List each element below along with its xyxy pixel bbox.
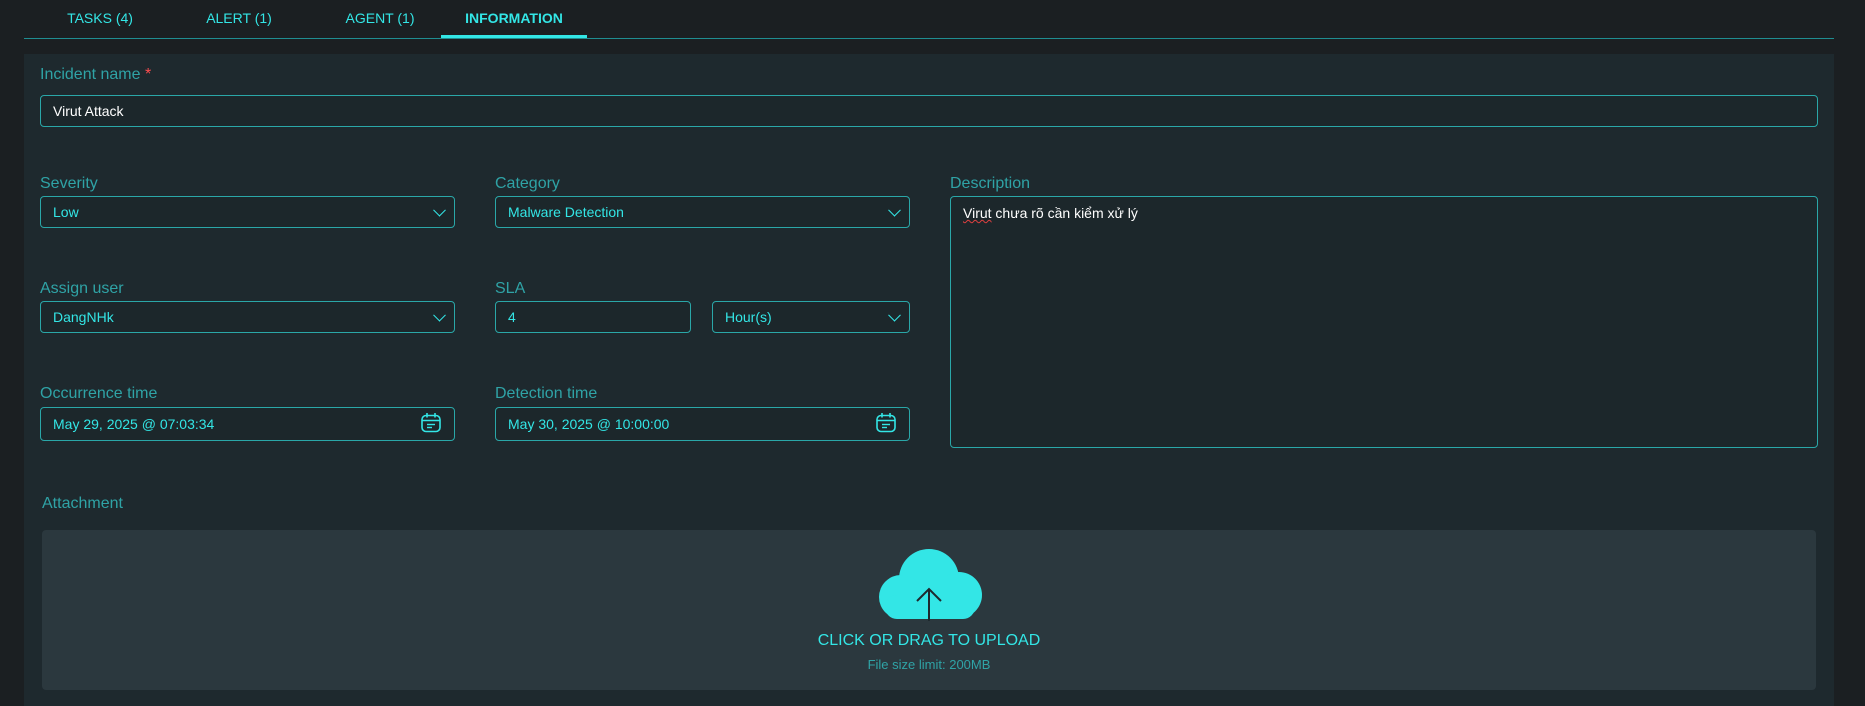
sla-unit-value: Hour(s) — [725, 309, 772, 325]
incident-name-value: Virut Attack — [53, 103, 124, 119]
sla-input[interactable]: 4 — [495, 301, 691, 333]
occurrence-time-picker[interactable]: May 29, 2025 @ 07:03:34 — [40, 407, 455, 441]
tab-agent[interactable]: AGENT (1) — [324, 0, 436, 37]
description-value: Virut chưa rõ cần kiểm xử lý — [963, 205, 1138, 221]
detection-time-value: May 30, 2025 @ 10:00:00 — [508, 416, 670, 432]
category-label: Category — [495, 175, 560, 192]
upload-dropzone[interactable]: CLICK OR DRAG TO UPLOAD File size limit:… — [42, 530, 1816, 690]
incident-name-label-text: Incident name — [40, 66, 141, 83]
description-label: Description — [950, 175, 1031, 192]
calendar-icon[interactable] — [420, 412, 442, 437]
information-panel: Incident name * Virut Attack Severity Lo… — [24, 54, 1834, 706]
occurrence-time-value: May 29, 2025 @ 07:03:34 — [53, 416, 215, 432]
assign-user-value: DangNHk — [53, 309, 114, 325]
chevron-down-icon — [433, 203, 446, 217]
assign-user-label: Assign user — [40, 280, 124, 297]
category-select[interactable]: Malware Detection — [495, 196, 910, 228]
cloud-upload-icon — [879, 549, 982, 621]
tab-tasks[interactable]: TASKS (4) — [48, 0, 152, 37]
sla-unit-select[interactable]: Hour(s) — [712, 301, 910, 333]
upload-title: CLICK OR DRAG TO UPLOAD — [817, 632, 1041, 649]
upload-limit: File size limit: 200MB — [867, 657, 991, 672]
detection-time-label: Detection time — [495, 385, 598, 402]
incident-name-input[interactable]: Virut Attack — [40, 95, 1818, 127]
sla-label: SLA — [495, 280, 526, 297]
category-value: Malware Detection — [508, 204, 624, 220]
severity-select[interactable]: Low — [40, 196, 455, 228]
description-rest: chưa rõ cần kiểm xử lý — [991, 205, 1138, 221]
tab-alert[interactable]: ALERT (1) — [184, 0, 294, 37]
chevron-down-icon — [888, 308, 901, 322]
chevron-down-icon — [433, 308, 446, 322]
description-misspelled-word: Virut — [963, 205, 992, 221]
calendar-icon[interactable] — [875, 412, 897, 437]
severity-value: Low — [53, 204, 79, 220]
description-textarea[interactable]: Virut chưa rõ cần kiểm xử lý — [950, 196, 1818, 448]
assign-user-select[interactable]: DangNHk — [40, 301, 455, 333]
attachment-label: Attachment — [42, 495, 123, 512]
incident-name-label: Incident name * — [40, 66, 151, 84]
detection-time-picker[interactable]: May 30, 2025 @ 10:00:00 — [495, 407, 910, 441]
chevron-down-icon — [888, 203, 901, 217]
sla-value: 4 — [508, 309, 516, 325]
tab-bar: TASKS (4) ALERT (1) AGENT (1) INFORMATIO… — [24, 0, 1834, 39]
occurrence-time-label: Occurrence time — [40, 385, 158, 402]
required-mark: * — [144, 66, 152, 83]
tab-information[interactable]: INFORMATION — [441, 0, 587, 38]
severity-label: Severity — [40, 175, 98, 192]
